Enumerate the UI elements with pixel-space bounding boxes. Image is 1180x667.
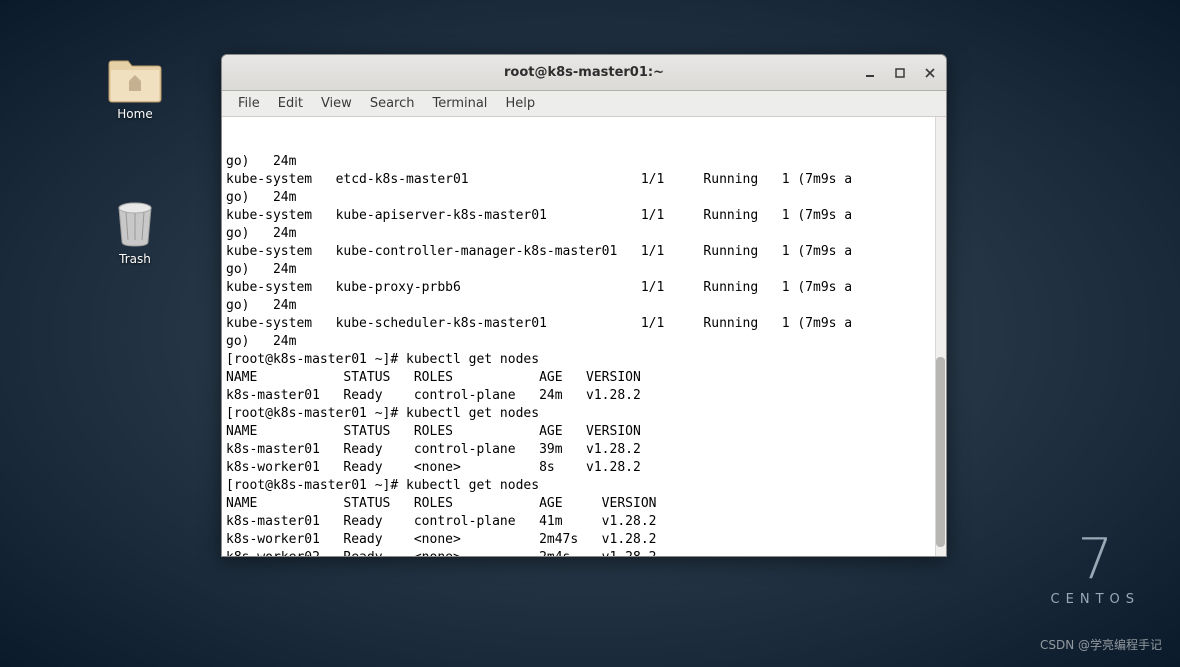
terminal-output[interactable]: go) 24m kube-system etcd-k8s-master01 1/…: [222, 117, 946, 556]
minimize-button[interactable]: [862, 65, 878, 81]
menu-view[interactable]: View: [313, 94, 360, 113]
home-label: Home: [95, 107, 175, 121]
scrollbar[interactable]: [935, 117, 946, 556]
folder-icon: [106, 55, 164, 103]
menu-edit[interactable]: Edit: [270, 94, 311, 113]
desktop-home-icon[interactable]: Home: [95, 55, 175, 121]
centos-name: CENTOS: [1051, 592, 1140, 607]
window-controls: [862, 65, 938, 81]
scroll-thumb[interactable]: [936, 357, 945, 547]
menu-search[interactable]: Search: [362, 94, 423, 113]
menu-file[interactable]: File: [230, 94, 268, 113]
trash-label: Trash: [95, 252, 175, 266]
watermark: CSDN @学亮编程手记: [1040, 636, 1162, 653]
close-button[interactable]: [922, 65, 938, 81]
menubar: File Edit View Search Terminal Help: [222, 91, 946, 117]
maximize-button[interactable]: [892, 65, 908, 81]
centos-version: 7: [1051, 532, 1140, 588]
window-title: root@k8s-master01:~: [504, 65, 664, 80]
menu-terminal[interactable]: Terminal: [424, 94, 495, 113]
trash-bin-icon: [106, 200, 164, 248]
menu-help[interactable]: Help: [497, 94, 543, 113]
centos-brand: 7 CENTOS: [1051, 532, 1140, 607]
desktop-trash-icon[interactable]: Trash: [95, 200, 175, 266]
window-titlebar[interactable]: root@k8s-master01:~: [222, 55, 946, 91]
terminal-window: root@k8s-master01:~ File Edit View Searc…: [221, 54, 947, 557]
